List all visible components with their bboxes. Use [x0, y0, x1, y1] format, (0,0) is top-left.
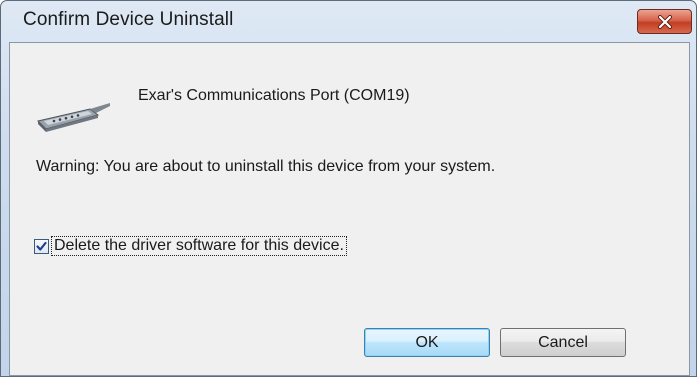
dialog-window: Confirm Device Uninstall Exar's Communic…: [0, 0, 697, 377]
cancel-button[interactable]: Cancel: [500, 328, 626, 357]
delete-driver-label[interactable]: Delete the driver software for this devi…: [51, 236, 347, 256]
title-bar[interactable]: Confirm Device Uninstall: [1, 1, 696, 37]
close-icon: [657, 14, 672, 29]
dialog-title: Confirm Device Uninstall: [23, 9, 234, 30]
device-name: Exar's Communications Port (COM19): [138, 87, 410, 104]
serial-port-icon: [37, 103, 110, 132]
ok-button[interactable]: OK: [364, 328, 490, 357]
warning-message: Warning: You are about to uninstall this…: [36, 158, 496, 175]
delete-driver-checkbox[interactable]: [34, 238, 49, 254]
checkmark-icon: [36, 241, 47, 251]
close-button[interactable]: [637, 9, 692, 34]
delete-driver-option[interactable]: Delete the driver software for this devi…: [34, 236, 347, 256]
dialog-body: Exar's Communications Port (COM19) Warni…: [9, 42, 690, 376]
